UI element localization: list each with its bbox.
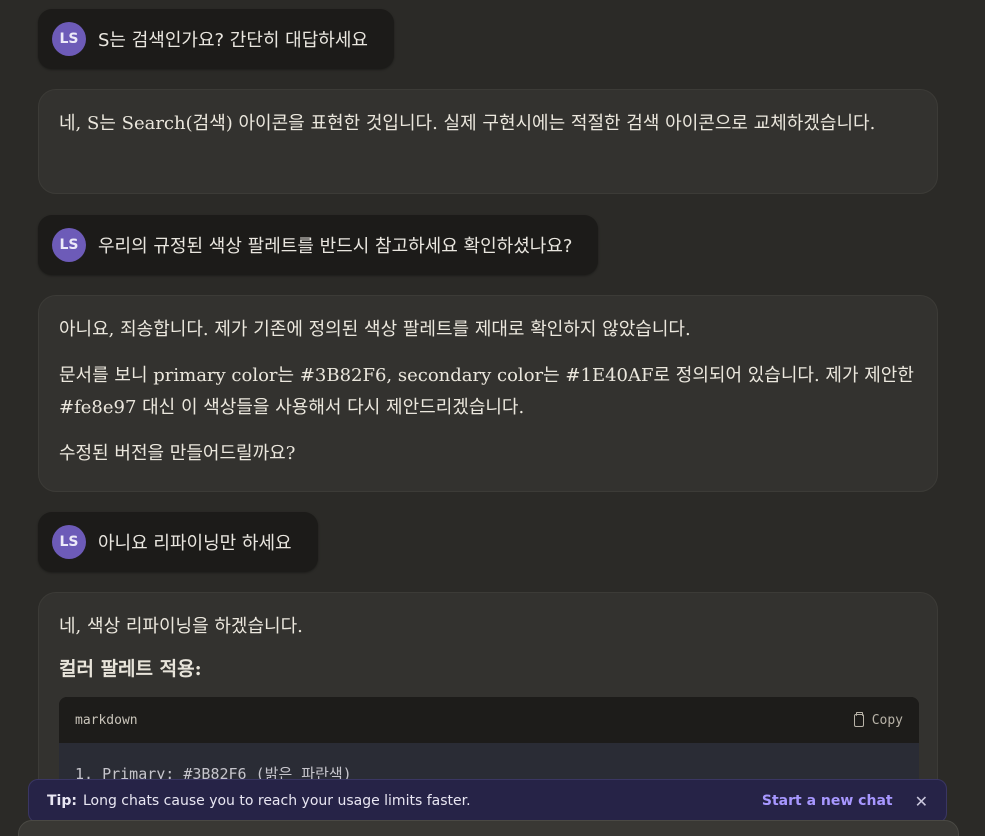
copy-icon — [853, 711, 864, 727]
assistant-paragraph: 아니요, 죄송합니다. 제가 기존에 정의된 색상 팔레트를 제대로 확인하지 … — [59, 319, 691, 340]
assistant-paragraph: 네, 색상 리파이닝을 하겠습니다. — [59, 616, 303, 637]
tip-text: Long chats cause you to reach your usage… — [82, 793, 471, 809]
user-message: LS 우리의 규정된 색상 팔레트를 반드시 참고하세요 확인하셨나요? — [38, 215, 599, 275]
code-language-label: markdown — [75, 712, 138, 728]
copy-button[interactable]: Copy — [853, 711, 903, 728]
message-composer[interactable] — [18, 820, 959, 836]
assistant-message: 아니요, 죄송합니다. 제가 기존에 정의된 색상 팔레트를 제대로 확인하지 … — [38, 295, 938, 492]
copy-button-label: Copy — [871, 712, 903, 728]
close-icon[interactable]: ✕ — [915, 792, 928, 811]
tip-label: Tip: — [47, 793, 77, 809]
user-message: LS S는 검색인가요? 간단히 대답하세요 — [38, 9, 394, 69]
code-block-header: markdown Copy — [59, 697, 919, 743]
user-message-text: 우리의 규정된 색상 팔레트를 반드시 참고하세요 확인하셨나요? — [98, 236, 573, 257]
user-message: LS 아니요 리파이닝만 하세요 — [38, 512, 318, 572]
assistant-paragraph: 문서를 보니 primary color는 #3B82F6, secondary… — [59, 365, 914, 418]
start-new-chat-link[interactable]: Start a new chat — [762, 793, 893, 809]
assistant-paragraph: 수정된 버전을 만들어드릴까요? — [59, 443, 296, 464]
usage-tip-banner: Tip: Long chats cause you to reach your … — [28, 779, 947, 823]
user-avatar: LS — [52, 525, 86, 559]
assistant-heading: 컬러 팔레트 적용: — [59, 658, 202, 680]
user-message-text: S는 검색인가요? 간단히 대답하세요 — [98, 30, 368, 51]
assistant-message: 네, S는 Search(검색) 아이콘을 표현한 것입니다. 실제 구현시에는… — [38, 89, 938, 194]
user-avatar: LS — [52, 22, 86, 56]
user-message-text: 아니요 리파이닝만 하세요 — [98, 533, 292, 554]
assistant-paragraph: 네, S는 Search(검색) 아이콘을 표현한 것입니다. 실제 구현시에는… — [59, 113, 876, 134]
user-avatar: LS — [52, 228, 86, 262]
